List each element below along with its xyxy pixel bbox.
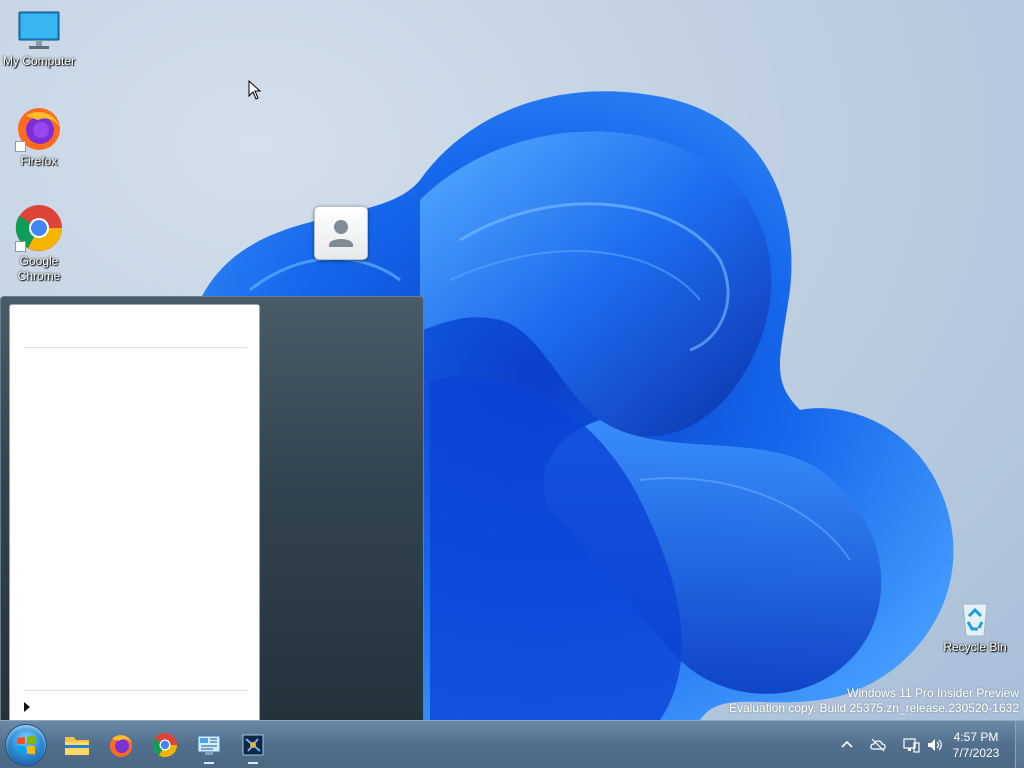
taskbar-button-control-panel[interactable] [189, 725, 229, 765]
running-indicator [248, 762, 258, 764]
taskbar-button-google-chrome[interactable] [145, 725, 185, 765]
control-panel-icon [197, 735, 221, 755]
chevron-up-icon[interactable] [838, 736, 856, 754]
mouse-cursor-icon [248, 80, 262, 100]
shortcut-arrow-icon [15, 241, 26, 252]
folder-icon [65, 737, 89, 755]
firefox-icon [110, 735, 132, 757]
desktop-icon-recycle-bin[interactable]: Recycle Bin [937, 598, 1013, 655]
taskbar-button-firefox[interactable] [101, 725, 141, 765]
start-button[interactable] [6, 725, 46, 765]
network-icon[interactable] [902, 736, 920, 754]
arrow-right-icon [24, 702, 30, 712]
desktop-icon-label: Recycle Bin [943, 640, 1007, 654]
clock[interactable]: 4:57 PM 7/7/2023 [946, 729, 1006, 761]
desktop-icon-google-chrome[interactable]: Google Chrome [1, 204, 77, 284]
system-tray: 4:57 PM 7/7/2023 [824, 721, 1024, 768]
all-programs-button[interactable] [22, 699, 222, 715]
desktop-icon-firefox[interactable]: Firefox [1, 106, 77, 169]
start-menu [0, 296, 424, 721]
recycle-bin-icon [962, 603, 988, 637]
app-window-icon [242, 734, 264, 756]
clock-date: 7/7/2023 [952, 746, 1000, 760]
shortcut-arrow-icon [15, 141, 26, 152]
start-menu-separator [24, 347, 247, 348]
desktop-icon-label: Google Chrome [17, 254, 61, 283]
start-menu-programs-pane[interactable] [9, 304, 260, 721]
show-desktop-button[interactable] [1015, 721, 1024, 768]
evaluation-watermark: Windows 11 Pro Insider Preview Evaluatio… [729, 686, 1019, 716]
clock-time: 4:57 PM [953, 730, 999, 744]
watermark-line2: Evaluation copy. Build 25375.zn_release.… [729, 701, 1019, 715]
user-avatar-icon [329, 220, 353, 247]
chrome-icon [152, 733, 177, 758]
taskbar-button-app[interactable] [233, 725, 273, 765]
taskbar-button-file-explorer[interactable] [57, 725, 97, 765]
start-menu-separator [24, 690, 247, 691]
watermark-line1: Windows 11 Pro Insider Preview [847, 686, 1019, 700]
monitor-icon [18, 11, 60, 49]
taskbar: 4:57 PM 7/7/2023 [0, 720, 1024, 768]
volume-icon[interactable] [926, 736, 944, 754]
desktop-icon-label: My Computer [2, 54, 76, 68]
desktop-icon-my-computer[interactable]: My Computer [1, 10, 77, 69]
cloud-offline-icon[interactable] [869, 736, 887, 754]
desktop-icon-label: Firefox [20, 154, 58, 168]
user-picture[interactable] [314, 206, 368, 260]
windows-orb-icon [17, 735, 35, 755]
running-indicator [204, 762, 214, 764]
